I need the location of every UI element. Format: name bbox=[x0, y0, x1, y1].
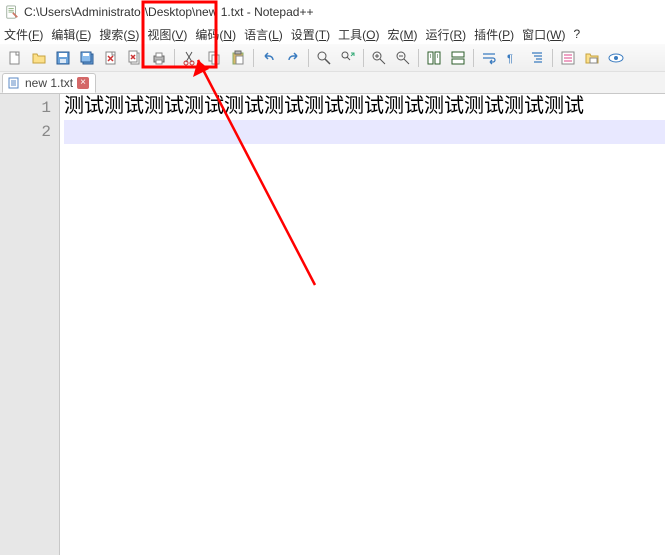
copy-button[interactable] bbox=[203, 47, 225, 69]
line-number-gutter: 1 2 bbox=[0, 94, 60, 555]
menu-help[interactable]: ? bbox=[573, 27, 580, 41]
menu-bar: 文件(F) 编辑(E) 搜索(S) 视图(V) 编码(N) 语言(L) 设置(T… bbox=[0, 24, 665, 44]
toolbar-separator bbox=[174, 49, 175, 67]
menu-search[interactable]: 搜索(S) bbox=[99, 26, 139, 43]
close-all-button[interactable] bbox=[124, 47, 146, 69]
monitor-button[interactable] bbox=[605, 47, 627, 69]
tab-bar: new 1.txt × bbox=[0, 72, 665, 94]
menu-file[interactable]: 文件(F) bbox=[4, 26, 43, 43]
line-number: 1 bbox=[0, 96, 51, 120]
zoom-out-button[interactable] bbox=[392, 47, 414, 69]
code-area[interactable]: 测试测试测试测试测试测试测试测试测试测试测试测试测试 bbox=[60, 94, 665, 555]
undo-button[interactable] bbox=[258, 47, 280, 69]
menu-encoding[interactable]: 编码(N) bbox=[195, 26, 236, 43]
menu-macro[interactable]: 宏(M) bbox=[387, 26, 417, 43]
tab-active[interactable]: new 1.txt × bbox=[2, 73, 96, 93]
menu-settings[interactable]: 设置(T) bbox=[291, 26, 330, 43]
save-all-button[interactable] bbox=[76, 47, 98, 69]
toolbar-separator bbox=[308, 49, 309, 67]
sync-h-button[interactable] bbox=[447, 47, 469, 69]
menu-language[interactable]: 语言(L) bbox=[244, 26, 283, 43]
paste-button[interactable] bbox=[227, 47, 249, 69]
indent-guide-button[interactable] bbox=[526, 47, 548, 69]
svg-text:¶: ¶ bbox=[507, 53, 513, 65]
word-wrap-button[interactable] bbox=[478, 47, 500, 69]
menu-plugins[interactable]: 插件(P) bbox=[474, 26, 514, 43]
replace-button[interactable] bbox=[337, 47, 359, 69]
function-list-button[interactable] bbox=[557, 47, 579, 69]
toolbar-separator bbox=[363, 49, 364, 67]
title-bar: C:\Users\Administrator\Desktop\new 1.txt… bbox=[0, 0, 665, 24]
find-button[interactable] bbox=[313, 47, 335, 69]
close-icon[interactable]: × bbox=[77, 77, 89, 89]
file-icon bbox=[7, 76, 21, 90]
editor-area[interactable]: 1 2 测试测试测试测试测试测试测试测试测试测试测试测试测试 bbox=[0, 94, 665, 555]
app-icon bbox=[4, 4, 20, 20]
menu-run[interactable]: 运行(R) bbox=[425, 26, 466, 43]
toolbar-separator bbox=[473, 49, 474, 67]
code-line[interactable]: 测试测试测试测试测试测试测试测试测试测试测试测试测试 bbox=[64, 96, 665, 120]
code-line-current[interactable] bbox=[64, 120, 665, 144]
redo-button[interactable] bbox=[282, 47, 304, 69]
toolbar-separator bbox=[253, 49, 254, 67]
print-button[interactable] bbox=[148, 47, 170, 69]
window-title: C:\Users\Administrator\Desktop\new 1.txt… bbox=[24, 5, 313, 19]
line-number: 2 bbox=[0, 120, 51, 144]
folder-as-workspace-button[interactable] bbox=[581, 47, 603, 69]
cut-button[interactable] bbox=[179, 47, 201, 69]
save-button[interactable] bbox=[52, 47, 74, 69]
new-file-button[interactable] bbox=[4, 47, 26, 69]
toolbar-separator bbox=[418, 49, 419, 67]
toolbar-separator bbox=[552, 49, 553, 67]
menu-tools[interactable]: 工具(O) bbox=[338, 26, 379, 43]
menu-window[interactable]: 窗口(W) bbox=[522, 26, 565, 43]
close-button[interactable] bbox=[100, 47, 122, 69]
zoom-in-button[interactable] bbox=[368, 47, 390, 69]
show-all-chars-button[interactable]: ¶ bbox=[502, 47, 524, 69]
toolbar: ¶ bbox=[0, 44, 665, 72]
menu-edit[interactable]: 编辑(E) bbox=[51, 26, 91, 43]
menu-view[interactable]: 视图(V) bbox=[147, 26, 187, 43]
sync-v-button[interactable] bbox=[423, 47, 445, 69]
tab-label: new 1.txt bbox=[25, 76, 73, 90]
open-file-button[interactable] bbox=[28, 47, 50, 69]
